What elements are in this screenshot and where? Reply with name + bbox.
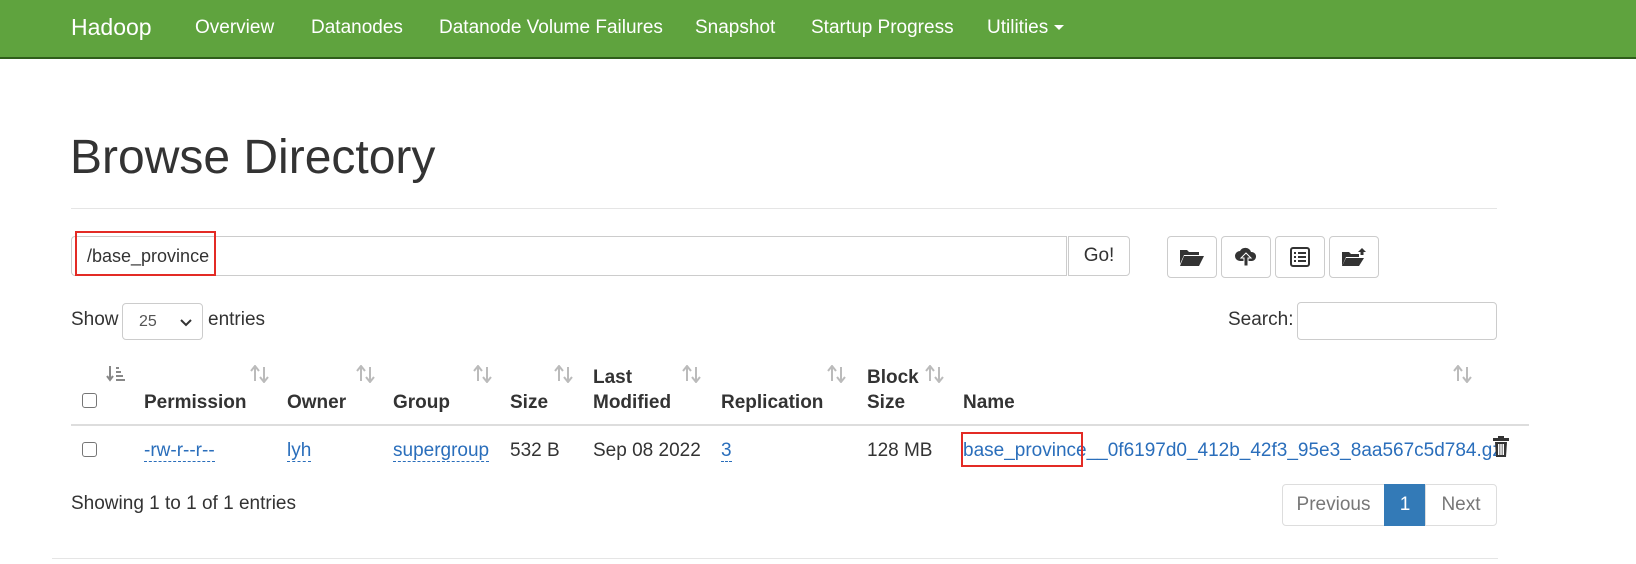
brand-logo[interactable]: Hadoop xyxy=(71,14,152,41)
sort-last-modified-icon[interactable] xyxy=(682,365,702,383)
row-replication[interactable]: 3 xyxy=(721,439,732,463)
upload-cloud-icon xyxy=(1235,247,1257,267)
nav-datanodes[interactable]: Datanodes xyxy=(311,17,403,39)
nav-utilities-dropdown[interactable]: Utilities xyxy=(987,17,1065,39)
permission-link[interactable]: -rw-r--r-- xyxy=(144,440,215,462)
col-header-size-line2[interactable]: Size xyxy=(867,390,905,415)
row-last-modified: Sep 08 2022 xyxy=(593,440,701,461)
previous-page-button[interactable]: Previous xyxy=(1282,484,1385,526)
sort-asc-icon[interactable] xyxy=(106,365,126,383)
col-header-size[interactable]: Size xyxy=(510,390,548,415)
sort-group-icon[interactable] xyxy=(473,365,493,383)
row-checkbox[interactable] xyxy=(82,442,97,457)
col-header-last-line1[interactable]: Last xyxy=(593,365,632,390)
folder-share-icon xyxy=(1342,248,1366,266)
bottom-divider xyxy=(52,558,1498,559)
row-owner[interactable]: lyh xyxy=(287,439,312,463)
nav-snapshot[interactable]: Snapshot xyxy=(695,17,775,39)
share-folder-button[interactable] xyxy=(1329,236,1379,278)
folder-open-icon xyxy=(1180,250,1204,266)
sort-block-size-icon[interactable] xyxy=(925,365,945,383)
group-link[interactable]: supergroup xyxy=(393,440,490,462)
list-alt-icon xyxy=(1290,247,1310,267)
sort-name-icon[interactable] xyxy=(1453,365,1473,383)
row-group[interactable]: supergroup xyxy=(393,439,490,463)
title-divider xyxy=(71,208,1497,209)
row-permission[interactable]: -rw-r--r-- xyxy=(144,439,215,463)
entries-per-page-select[interactable]: 25 xyxy=(122,303,203,340)
col-header-block-line1[interactable]: Block xyxy=(867,365,919,390)
col-header-permission[interactable]: Permission xyxy=(144,390,246,415)
page-title: Browse Directory xyxy=(70,131,436,184)
entries-count-value: 25 xyxy=(139,312,157,330)
sort-owner-icon[interactable] xyxy=(356,365,376,383)
upload-files-button[interactable] xyxy=(1221,236,1271,278)
owner-link[interactable]: lyh xyxy=(287,440,312,462)
search-input[interactable] xyxy=(1297,302,1497,340)
next-page-button[interactable]: Next xyxy=(1425,484,1497,526)
page-1-button[interactable]: 1 xyxy=(1384,484,1426,526)
sort-replication-icon[interactable] xyxy=(827,365,847,383)
caret-down-icon xyxy=(1054,25,1065,31)
table-header-divider xyxy=(71,424,1529,426)
cut-paste-button[interactable] xyxy=(1275,236,1325,278)
nav-startup-progress[interactable]: Startup Progress xyxy=(811,17,954,39)
search-label: Search: xyxy=(1228,309,1294,330)
create-directory-button[interactable] xyxy=(1167,236,1217,278)
trash-icon[interactable] xyxy=(1492,436,1510,458)
row-block-size: 128 MB xyxy=(867,440,933,461)
showing-entries-info: Showing 1 to 1 of 1 entries xyxy=(71,493,296,514)
col-header-name[interactable]: Name xyxy=(963,390,1015,415)
directory-path-input[interactable] xyxy=(71,236,1067,276)
go-button[interactable]: Go! xyxy=(1068,236,1130,276)
replication-link[interactable]: 3 xyxy=(721,440,732,462)
top-navbar: Hadoop Overview Datanodes Datanode Volum… xyxy=(0,0,1636,59)
nav-overview[interactable]: Overview xyxy=(195,17,274,39)
entries-label: entries xyxy=(208,309,266,330)
col-header-replication[interactable]: Replication xyxy=(721,390,823,415)
col-header-owner[interactable]: Owner xyxy=(287,390,346,415)
col-header-modified-line2[interactable]: Modified xyxy=(593,390,671,415)
sort-size-icon[interactable] xyxy=(554,365,574,383)
col-header-group[interactable]: Group xyxy=(393,390,450,415)
nav-datanode-volume-failures[interactable]: Datanode Volume Failures xyxy=(439,17,663,39)
nav-utilities-label: Utilities xyxy=(987,17,1049,38)
row-size: 532 B xyxy=(510,440,560,461)
row-name[interactable]: base_province__0f6197d0_412b_42f3_95e3_8… xyxy=(963,439,1502,463)
sort-permission-icon[interactable] xyxy=(250,365,270,383)
select-all-checkbox[interactable] xyxy=(82,393,97,408)
chevron-down-icon xyxy=(180,319,192,327)
show-label: Show xyxy=(71,309,119,330)
file-name-link[interactable]: base_province__0f6197d0_412b_42f3_95e3_8… xyxy=(963,440,1502,461)
